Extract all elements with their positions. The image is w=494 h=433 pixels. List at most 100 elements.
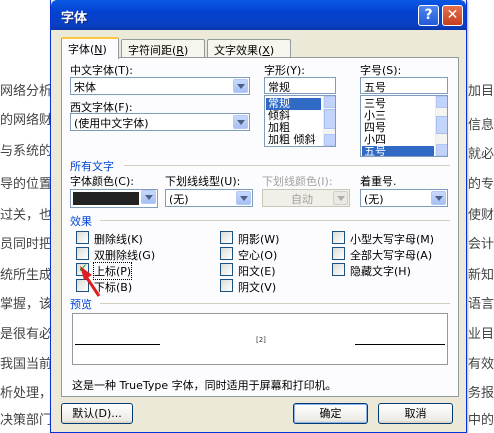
scroll-down-icon[interactable] (436, 144, 447, 156)
background-text-line: 务报 (468, 386, 494, 401)
list-item[interactable]: 加粗 倾斜 (266, 134, 321, 146)
double-strikethrough-label[interactable]: 双删除线(G) (94, 247, 155, 263)
subscript-checkbox[interactable] (76, 279, 89, 292)
underline-style-label: 下划线线型(U): (165, 175, 241, 188)
preview-superscript-sample: [2] (256, 336, 266, 344)
strikethrough-checkbox[interactable] (76, 231, 89, 244)
background-text-line: 网络分析 (0, 84, 53, 99)
emphasis-mark-label: 着重号. (360, 175, 397, 188)
ok-button[interactable]: 确定 (293, 403, 368, 424)
background-text-line: 析处理， (0, 386, 53, 401)
cancel-button[interactable]: 取消 (378, 403, 453, 424)
tab-font-label: 字体 (68, 43, 90, 56)
dialog-titlebar[interactable]: 字体 ? ✕ (51, 0, 466, 30)
background-text-line: 导的位置 (0, 177, 53, 192)
small-caps-checkbox[interactable] (332, 231, 345, 244)
emboss-label[interactable]: 阳文(E) (238, 263, 276, 279)
background-text-line: 的专 (468, 177, 494, 192)
superscript-label[interactable]: 上标(P) (92, 262, 133, 280)
font-tab-panel: 中文字体(T): 宋体 西文字体(F): (使用中文字体) 字形(Y): 常规 … (61, 57, 459, 397)
engrave-label[interactable]: 阴文(V) (238, 279, 276, 295)
underline-color-label: 下划线颜色(I): (262, 175, 333, 188)
help-button[interactable]: ? (418, 5, 439, 26)
font-size-input[interactable]: 五号 (360, 77, 448, 94)
scroll-up-icon[interactable] (324, 96, 335, 108)
background-text-line: 信息 (468, 118, 494, 133)
background-text-line: 中的 (468, 413, 494, 428)
background-text-line: 我国当前 (0, 357, 53, 372)
preview-section-title: 预览 (70, 298, 92, 311)
font-style-list[interactable]: 常规 倾斜 加粗 加粗 倾斜 (264, 95, 336, 147)
superscript-checkbox[interactable] (76, 261, 89, 276)
small-caps-label[interactable]: 小型大写字母(M) (350, 231, 434, 247)
font-style-label: 字形(Y): (264, 64, 306, 77)
shadow-label[interactable]: 阴影(W) (238, 231, 279, 247)
chevron-down-icon[interactable] (431, 191, 446, 205)
tab-text-effects-label: 文字效果 (214, 44, 258, 57)
font-color-label: 字体颜色(C): (70, 175, 134, 188)
tab-char-spacing[interactable]: 字符间距(R) (121, 39, 205, 58)
background-text-line: 员同时把 (0, 237, 53, 252)
outline-label[interactable]: 空心(O) (238, 247, 277, 263)
background-text-line: 掌握，该 (0, 297, 53, 312)
shadow-checkbox[interactable] (220, 231, 233, 244)
background-text-line: 统所生成 (0, 268, 53, 283)
background-text-line: 的网络财 (0, 113, 53, 128)
strikethrough-label[interactable]: 删除线(K) (94, 231, 143, 247)
all-text-section-title: 所有文字 (70, 160, 114, 173)
font-style-input-value: 常规 (268, 81, 290, 94)
emphasis-mark-combo[interactable]: (无) (360, 189, 448, 207)
color-fill (73, 192, 139, 205)
preview-box: [2] (72, 313, 448, 365)
background-text-line: 加目标 (468, 84, 494, 99)
background-text-line: 会计 (468, 237, 494, 252)
chevron-down-icon[interactable] (233, 115, 248, 129)
chevron-down-icon[interactable] (236, 191, 251, 205)
effects-section-title: 效果 (70, 215, 92, 228)
font-dialog: 字体 ? ✕ 字体(N) 字符间距(R) 文字效果(X) 中文字体(T): 宋体… (50, 0, 467, 433)
scroll-up-icon[interactable] (436, 96, 447, 108)
tab-text-effects[interactable]: 文字效果(X) (207, 39, 291, 58)
background-text-line: 语言 (468, 297, 494, 312)
font-size-label: 字号(S): (360, 64, 402, 77)
background-text-line: 新知 (468, 268, 494, 283)
chinese-font-combo[interactable]: 宋体 (70, 77, 250, 95)
scroll-down-icon[interactable] (324, 134, 335, 146)
all-caps-checkbox[interactable] (332, 247, 345, 260)
font-style-input[interactable]: 常规 (264, 77, 336, 94)
chinese-font-value: 宋体 (74, 81, 96, 94)
tab-char-spacing-label: 字符间距 (128, 44, 172, 57)
double-strikethrough-checkbox[interactable] (76, 247, 89, 260)
font-color-picker[interactable] (70, 189, 158, 208)
underline-style-value: (无) (169, 193, 189, 206)
underline-color-combo: 自动 (262, 189, 350, 207)
chevron-down-icon[interactable] (141, 190, 156, 204)
scroll-thumb[interactable] (436, 116, 447, 134)
style-scrollbar[interactable] (323, 96, 335, 146)
scroll-thumb[interactable] (324, 109, 335, 129)
tab-font[interactable]: 字体(N) (61, 37, 119, 59)
background-text-line: 就必 (468, 147, 494, 162)
emboss-checkbox[interactable] (220, 263, 233, 276)
section-divider (100, 303, 450, 304)
list-item[interactable]: 五号 (362, 146, 434, 156)
background-text-line: 与系统的 (0, 144, 53, 159)
truetype-note: 这是一种 TrueType 字体，同时适用于屏幕和打印机。 (72, 379, 337, 392)
font-size-list[interactable]: 三号 小三 四号 小四 五号 (360, 95, 448, 157)
size-scrollbar[interactable] (435, 96, 447, 156)
engrave-checkbox[interactable] (220, 279, 233, 292)
all-caps-label[interactable]: 全部大写字母(A) (350, 247, 432, 263)
background-text-line: 是很有必 (0, 327, 53, 342)
western-font-combo[interactable]: (使用中文字体) (70, 113, 250, 131)
outline-checkbox[interactable] (220, 247, 233, 260)
close-button[interactable]: ✕ (442, 5, 463, 26)
default-button[interactable]: 默认(D)... (61, 403, 133, 424)
background-text-line: 过关，也 (0, 208, 53, 223)
chevron-down-icon[interactable] (233, 79, 248, 93)
hidden-text-checkbox[interactable] (332, 263, 345, 276)
subscript-label[interactable]: 下标(B) (94, 279, 132, 295)
hidden-text-label[interactable]: 隐藏文字(H) (350, 263, 411, 279)
western-font-value: (使用中文字体) (74, 117, 149, 130)
underline-style-combo[interactable]: (无) (165, 189, 253, 207)
chinese-font-label: 中文字体(T): (70, 64, 134, 77)
